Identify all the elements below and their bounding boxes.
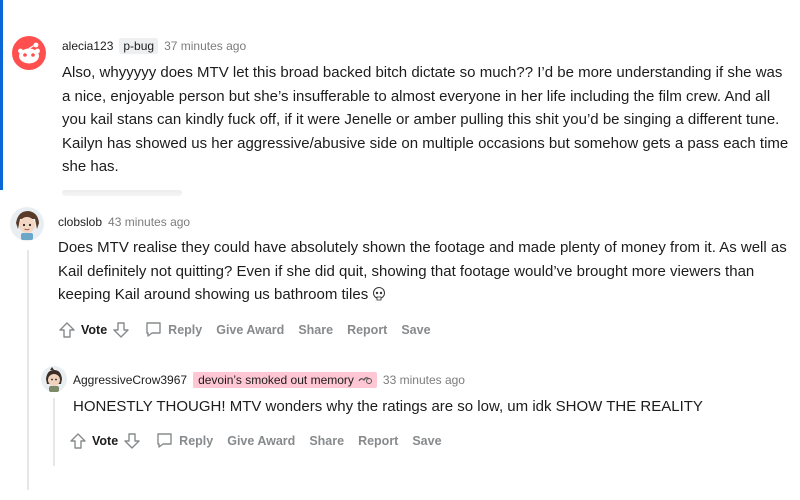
upvote-arrow-icon[interactable] <box>69 432 87 450</box>
save-button[interactable]: Save <box>401 323 430 337</box>
vote-group: Vote <box>69 432 141 450</box>
vote-group: Vote <box>58 321 130 339</box>
share-button[interactable]: Share <box>298 323 333 337</box>
speech-bubble-icon <box>144 320 163 339</box>
downvote-arrow-icon[interactable] <box>123 432 141 450</box>
report-button[interactable]: Report <box>358 434 398 448</box>
reply-label: Reply <box>168 322 203 337</box>
crow-avatar-icon[interactable] <box>41 366 67 392</box>
comment-text-content: Does MTV realise they could have absolut… <box>58 239 787 303</box>
downvote-arrow-icon[interactable] <box>112 321 130 339</box>
username-link[interactable]: clobslob <box>58 215 102 229</box>
snoo-avatar-icon[interactable] <box>12 36 46 70</box>
comment-body: HONESTLY THOUGH! MTV wonders why the rat… <box>73 395 783 419</box>
cutoff-action-bar <box>62 190 182 196</box>
smoke-emoji-icon <box>358 374 372 386</box>
speech-bubble-icon <box>155 431 174 450</box>
username-link[interactable]: alecia123 <box>62 39 113 53</box>
comment-meta: AggressiveCrow3967 devoin’s smoked out m… <box>73 372 465 388</box>
give-award-button[interactable]: Give Award <box>216 323 284 337</box>
comment-meta: alecia123 p-bug 37 minutes ago <box>62 38 246 54</box>
report-button[interactable]: Report <box>347 323 387 337</box>
upvote-arrow-icon[interactable] <box>58 321 76 339</box>
comment-meta: clobslob 43 minutes ago <box>58 215 190 229</box>
timestamp-link[interactable]: 33 minutes ago <box>383 373 465 387</box>
user-flair: p-bug <box>119 38 159 54</box>
comment-body: Does MTV realise they could have absolut… <box>58 236 788 307</box>
reply-button[interactable]: Reply <box>155 431 213 450</box>
thread-line[interactable] <box>27 250 29 490</box>
reply-label: Reply <box>179 433 214 448</box>
reply-button[interactable]: Reply <box>144 320 202 339</box>
timestamp-link[interactable]: 37 minutes ago <box>164 39 246 53</box>
share-button[interactable]: Share <box>309 434 344 448</box>
comment-highlight-bar <box>0 0 3 190</box>
comment-text: HONESTLY THOUGH! MTV wonders why the rat… <box>73 398 703 415</box>
vote-count: Vote <box>92 433 119 448</box>
skull-emoji-icon <box>372 287 386 301</box>
comment-text: Does MTV realise they could have absolut… <box>58 236 788 307</box>
user-flair: devoin’s smoked out memory <box>193 372 377 388</box>
save-button[interactable]: Save <box>412 434 441 448</box>
username-link[interactable]: AggressiveCrow3967 <box>73 373 187 387</box>
girl-avatar-icon[interactable] <box>10 207 44 241</box>
comment-text: Also, whyyyyy does MTV let this broad ba… <box>62 64 789 175</box>
give-award-button[interactable]: Give Award <box>227 434 295 448</box>
vote-count: Vote <box>81 322 108 337</box>
comment-action-bar: Vote Reply Give Award Share Report Save <box>58 320 431 339</box>
timestamp-link[interactable]: 43 minutes ago <box>108 215 190 229</box>
comment-body: Also, whyyyyy does MTV let this broad ba… <box>62 61 790 179</box>
comment-action-bar: Vote Reply Give Award Share Report Save <box>69 431 442 450</box>
flair-text: devoin’s smoked out memory <box>198 373 354 387</box>
thread-line[interactable] <box>53 398 55 466</box>
